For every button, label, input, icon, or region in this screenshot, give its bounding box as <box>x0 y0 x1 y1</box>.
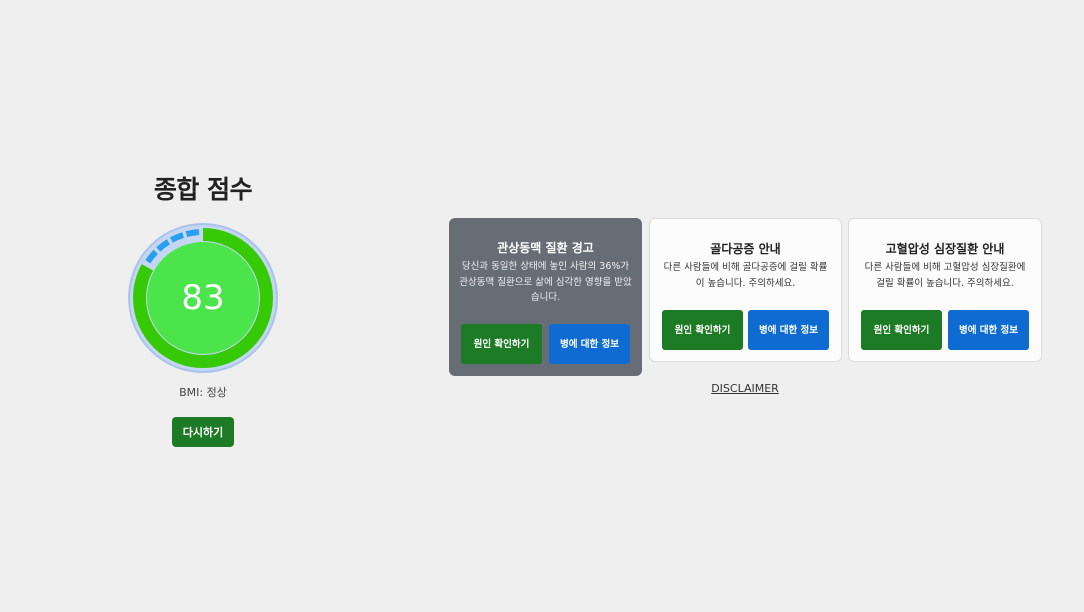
card-osteoporosis-info: 골다공증 안내 다른 사람들에 비해 골다공증에 걸릴 확률이 높습니다. 주의… <box>649 218 842 362</box>
disclaimer-link[interactable]: DISCLAIMER <box>700 382 790 395</box>
card-text: 다른 사람들에 비해 고혈압성 심장질환에 걸릴 확률이 높습니다. 주의하세요… <box>864 262 1026 289</box>
card-actions: 원인 확인하기 병에 대한 정보 <box>461 324 630 364</box>
check-cause-button[interactable]: 원인 확인하기 <box>861 310 942 350</box>
card-title: 관상동맥 질환 경고 <box>497 241 594 255</box>
card-actions: 원인 확인하기 병에 대한 정보 <box>861 310 1029 350</box>
card-title: 골다공증 안내 <box>710 242 781 256</box>
score-value: 83 <box>181 278 225 318</box>
card-hypertensive-heart-info: 고혈압성 심장질환 안내 다른 사람들에 비해 고혈압성 심장질환에 걸릴 확률… <box>848 218 1042 362</box>
score-panel: 종합 점수 83 BMI: 정상 다시하기 <box>110 170 296 447</box>
card-actions: 원인 확인하기 병에 대한 정보 <box>662 310 829 350</box>
disease-info-button[interactable]: 병에 대한 정보 <box>549 324 630 364</box>
card-text: 다른 사람들에 비해 골다공증에 걸릴 확률이 높습니다. 주의하세요. <box>663 262 828 289</box>
card-coronary-warning: 관상동맥 질환 경고 당신과 동일한 상태에 놓인 사람의 36%가 관상동맥 … <box>449 218 642 376</box>
disease-info-button[interactable]: 병에 대한 정보 <box>748 310 829 350</box>
score-title: 종합 점수 <box>153 175 253 204</box>
check-cause-button[interactable]: 원인 확인하기 <box>662 310 743 350</box>
bmi-status: BMI: 정상 <box>179 386 227 399</box>
retry-button[interactable]: 다시하기 <box>171 417 235 447</box>
disease-info-button[interactable]: 병에 대한 정보 <box>948 310 1029 350</box>
score-gauge: 83 <box>127 222 279 374</box>
check-cause-button[interactable]: 원인 확인하기 <box>461 324 542 364</box>
card-text: 당신과 동일한 상태에 놓인 사람의 36%가 관상동맥 질환으로 삶에 심각한… <box>459 261 632 303</box>
card-title: 고혈압성 심장질환 안내 <box>885 242 1005 256</box>
